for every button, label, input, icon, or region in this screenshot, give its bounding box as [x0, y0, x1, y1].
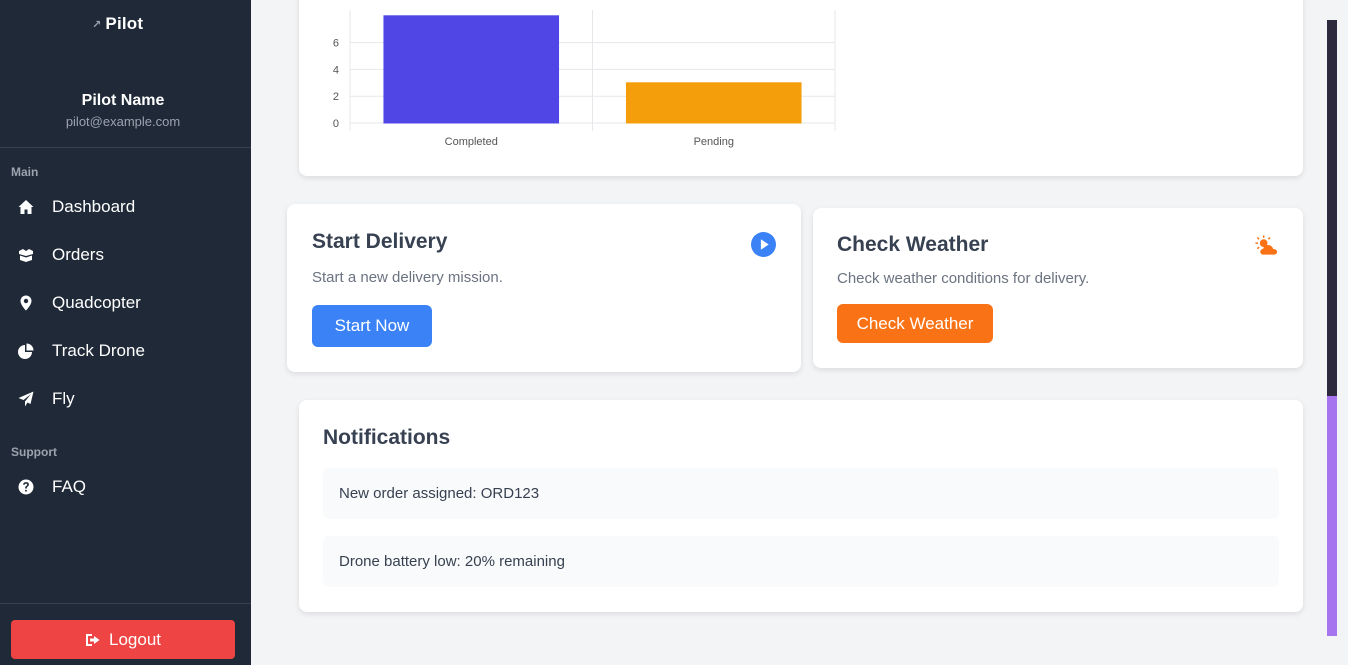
y-tick-label: 2 — [333, 91, 339, 103]
sidebar-item-track-drone[interactable]: Track Drone — [18, 341, 145, 361]
profile-email: pilot@example.com — [65, 114, 181, 129]
orders-bar-chart: 0 2 4 6 Completed Pending — [333, 10, 836, 148]
scrollbar-thumb[interactable] — [1327, 396, 1337, 636]
sidebar-item-orders[interactable]: Orders — [18, 245, 104, 265]
play-circle-icon[interactable] — [751, 232, 776, 257]
card-title: Check Weather — [837, 233, 989, 256]
sidebar-item-faq[interactable]: FAQ — [18, 477, 86, 497]
question-circle-icon — [18, 479, 34, 495]
x-tick-label: Pending — [694, 136, 734, 148]
sign-out-icon — [86, 633, 100, 646]
cloud-sun-icon — [1255, 235, 1280, 257]
check-weather-card: Check Weather Check weather conditions f… — [813, 208, 1303, 368]
sidebar-item-label: Dashboard — [52, 197, 136, 216]
section-support-label: Support — [11, 445, 57, 459]
y-tick-label: 4 — [333, 64, 339, 76]
paper-plane-icon — [18, 391, 34, 407]
sidebar-item-dashboard[interactable]: Dashboard — [18, 197, 135, 217]
profile-name: Pilot Name — [81, 92, 165, 109]
logout-button[interactable]: Logout — [11, 620, 235, 659]
brand[interactable]: ↗ Pilot — [92, 14, 143, 34]
notifications-title: Notifications — [323, 426, 451, 449]
y-tick-label: 6 — [333, 38, 339, 50]
logout-label: Logout — [109, 629, 161, 649]
start-now-button[interactable]: Start Now — [312, 305, 432, 347]
sidebar-item-label: Quadcopter — [52, 293, 141, 312]
profile: Pilot Name pilot@example.com — [0, 92, 246, 129]
notification-item[interactable]: New order assigned: ORD123 — [323, 468, 1279, 519]
bar-completed — [383, 15, 560, 124]
scrollbar-track[interactable] — [1327, 20, 1337, 636]
brand-name: Pilot — [105, 14, 144, 33]
card-description: Check weather conditions for delivery. — [837, 270, 1090, 287]
orders-chart-card: 0 2 4 6 Completed Pending — [299, 0, 1303, 176]
boxes-icon — [19, 249, 33, 262]
sidebar: ↗ Pilot Pilot Name pilot@example.com Mai… — [0, 0, 251, 665]
pie-chart-icon — [18, 343, 34, 359]
sidebar-item-fly[interactable]: Fly — [18, 389, 75, 409]
notifications-card: Notifications New order assigned: ORD123… — [299, 400, 1303, 612]
sidebar-divider — [0, 603, 251, 604]
home-icon — [18, 200, 34, 214]
sidebar-item-label: FAQ — [52, 477, 87, 496]
y-tick-label: 0 — [333, 118, 339, 130]
notification-item[interactable]: Drone battery low: 20% remaining — [323, 536, 1279, 587]
sidebar-item-label: Orders — [52, 245, 104, 264]
start-delivery-card: Start Delivery Start a new delivery miss… — [287, 204, 801, 372]
bar-pending — [625, 82, 802, 124]
sidebar-item-label: Track Drone — [52, 341, 145, 360]
section-main-label: Main — [11, 165, 39, 179]
logo-icon: ↗ — [92, 18, 102, 31]
card-title: Start Delivery — [312, 230, 448, 253]
card-description: Start a new delivery mission. — [312, 269, 503, 286]
sidebar-item-label: Fly — [52, 389, 75, 408]
check-weather-button[interactable]: Check Weather — [837, 304, 993, 343]
sidebar-item-quadcopter[interactable]: Quadcopter — [18, 293, 141, 313]
x-tick-label: Completed — [445, 136, 498, 148]
map-pin-icon — [20, 295, 32, 311]
sidebar-divider — [0, 147, 251, 148]
